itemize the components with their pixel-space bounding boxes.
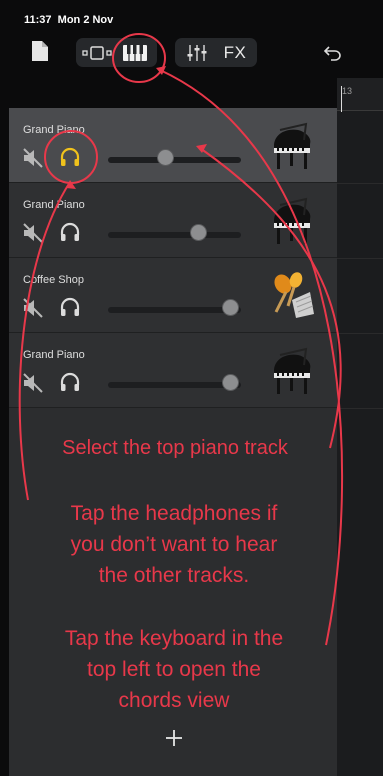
grand-piano-icon — [266, 195, 318, 247]
mute-icon[interactable] — [22, 147, 44, 169]
grand-piano-icon — [266, 345, 318, 397]
lane-divider — [337, 258, 383, 259]
lane-divider — [337, 408, 383, 409]
track-header-coffee-shop[interactable]: Coffee Shop — [9, 258, 337, 333]
add-track-button[interactable] — [162, 726, 186, 750]
fx-label: FX — [223, 43, 247, 62]
track-name: Grand Piano — [23, 199, 85, 211]
mute-icon[interactable] — [22, 372, 44, 394]
track-name: Grand Piano — [23, 124, 85, 136]
annotation-headphones: Tap the headphones if you don’t want to … — [14, 498, 334, 591]
lane-divider — [337, 333, 383, 334]
undo-icon[interactable] — [320, 40, 346, 66]
annotation-line: Tap the keyboard in the — [64, 627, 284, 650]
volume-slider[interactable] — [108, 232, 241, 238]
keyboard-icon[interactable] — [118, 40, 152, 66]
volume-knob[interactable] — [222, 299, 239, 316]
status-time: 11:37 Mon 2 Nov — [24, 14, 114, 26]
plus-icon — [166, 730, 182, 746]
volume-knob[interactable] — [222, 374, 239, 391]
headphones-icon[interactable] — [58, 370, 82, 394]
track-header-grand-piano-3[interactable]: Grand Piano — [9, 333, 337, 408]
annotation-line: Tap the headphones if — [70, 502, 278, 525]
tracks-view-icon[interactable] — [80, 40, 114, 66]
maracas-icon — [266, 270, 318, 322]
track-name: Coffee Shop — [23, 274, 84, 286]
lane-divider — [337, 183, 383, 184]
playhead[interactable] — [341, 86, 342, 112]
track-header-grand-piano-2[interactable]: Grand Piano — [9, 183, 337, 258]
fx-button[interactable]: FX — [218, 40, 252, 66]
timeline-area[interactable]: 13 — [337, 78, 383, 776]
annotation-line: you don’t want to hear — [70, 533, 278, 556]
annotation-line: top left to open the — [87, 658, 261, 681]
mixer-icon[interactable] — [180, 40, 214, 66]
headphones-icon[interactable] — [58, 220, 82, 244]
track-name: Grand Piano — [23, 349, 85, 361]
bar-number: 13 — [342, 86, 353, 96]
toolbar: FX — [0, 30, 383, 78]
mute-icon[interactable] — [22, 297, 44, 319]
volume-knob[interactable] — [190, 224, 207, 241]
volume-slider[interactable] — [108, 157, 241, 163]
timeline-ruler[interactable]: 13 — [337, 78, 383, 112]
grand-piano-icon — [266, 120, 318, 172]
new-song-icon[interactable] — [30, 38, 50, 64]
headphones-icon[interactable] — [58, 145, 82, 169]
status-bar: 11:37 Mon 2 Nov — [0, 0, 383, 30]
volume-knob[interactable] — [157, 149, 174, 166]
mute-icon[interactable] — [22, 222, 44, 244]
annotation-keyboard: Tap the keyboard in the top left to open… — [14, 623, 334, 716]
annotation-line: chords view — [118, 689, 230, 712]
headphones-icon[interactable] — [58, 295, 82, 319]
annotation-line: the other tracks. — [98, 564, 250, 587]
track-header-grand-piano-1[interactable]: Grand Piano — [9, 108, 337, 183]
annotation-select-track: Select the top piano track — [62, 437, 288, 459]
